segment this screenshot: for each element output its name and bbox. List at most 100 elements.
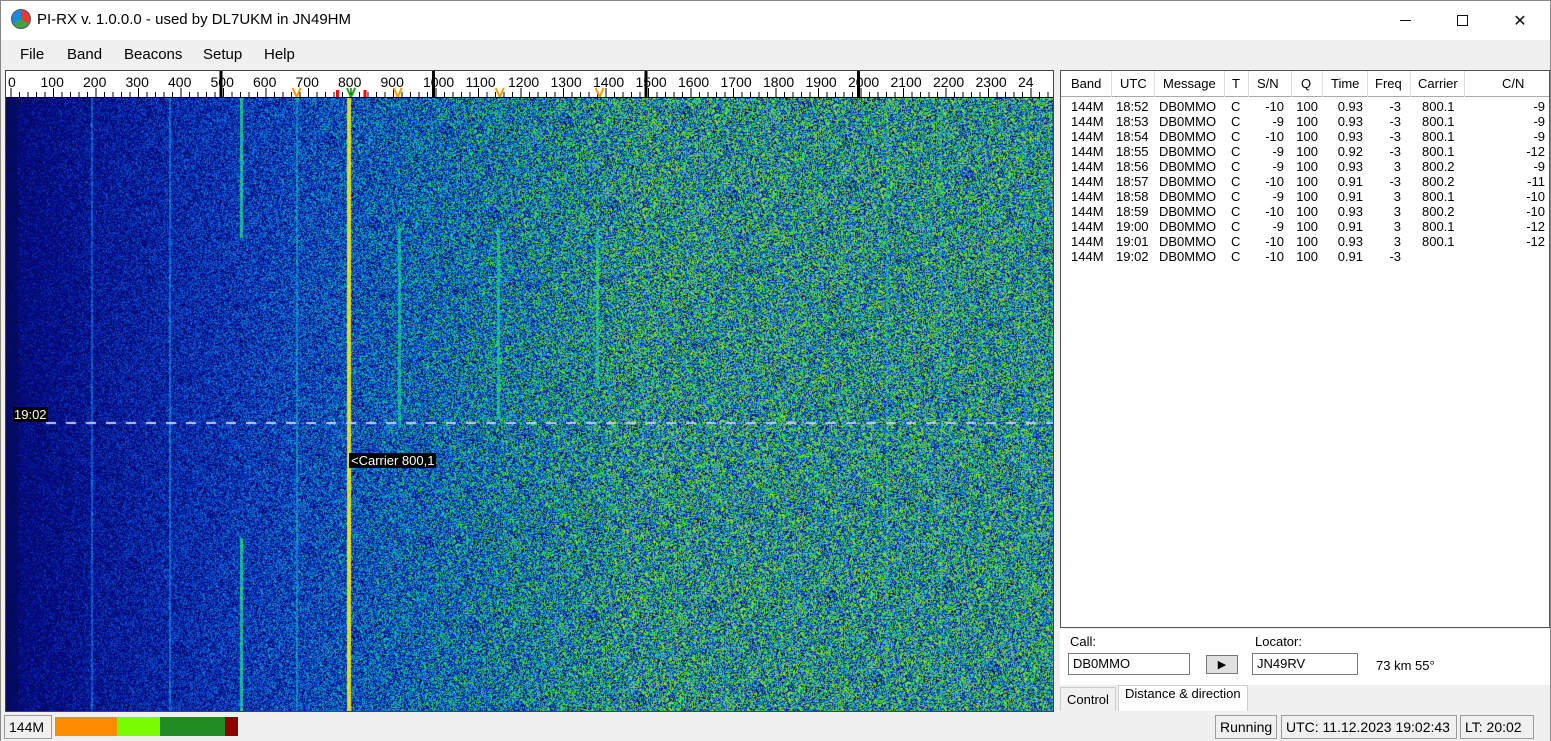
table-cell: 100	[1296, 144, 1318, 159]
table-cell: 100	[1296, 234, 1318, 249]
menu-band[interactable]: Band	[67, 46, 102, 63]
maximize-button[interactable]	[1433, 1, 1491, 40]
ruler-label: 400	[168, 74, 192, 90]
table-row[interactable]: 144M 18:59 DB0MMO C -10 100 0.93 3 800.2 -10	[1061, 204, 1549, 219]
table-cell: -3	[1389, 114, 1401, 129]
table-cell: 144M	[1071, 189, 1104, 204]
tab-control[interactable]: Control	[1060, 687, 1116, 711]
menu-file[interactable]: File	[20, 46, 44, 63]
table-row[interactable]: 144M 19:02 DB0MMO C -10 100 0.91 -3	[1061, 249, 1549, 264]
table-cell: 800.1	[1422, 234, 1455, 249]
table-cell: -3	[1389, 129, 1401, 144]
table-cell: -10	[1265, 99, 1284, 114]
table-row[interactable]: 144M 18:53 DB0MMO C -9 100 0.93 -3 800.1 -9	[1061, 114, 1549, 129]
table-cell: 100	[1296, 189, 1318, 204]
table-row[interactable]: 144M 19:00 DB0MMO C -9 100 0.91 3 800.1 -12	[1061, 219, 1549, 234]
table-cell: DB0MMO	[1159, 159, 1217, 174]
table-cell: DB0MMO	[1159, 144, 1217, 159]
table-cell: 19:02	[1116, 249, 1149, 264]
frequency-marker	[335, 90, 339, 97]
ruler-label: 600	[253, 74, 277, 90]
col-utc[interactable]: UTC	[1120, 76, 1147, 91]
ruler-label: 1400	[593, 74, 624, 90]
ruler-label: 2300	[976, 74, 1007, 90]
table-cell: C	[1231, 129, 1241, 144]
locator-input[interactable]: JN49RV	[1252, 653, 1358, 675]
table-body: 144M 18:52 DB0MMO C -10 100 0.93 -3 800.1 -9 144M 1…	[1061, 99, 1549, 264]
table-cell: -10	[1265, 129, 1284, 144]
table-row[interactable]: 144M 18:56 DB0MMO C -9 100 0.93 3 800.2 -9	[1061, 159, 1549, 174]
col-message[interactable]: Message	[1163, 76, 1216, 91]
col-carrier[interactable]: Carrier	[1418, 76, 1458, 91]
col-t[interactable]: T	[1232, 76, 1240, 91]
table-row[interactable]: 144M 19:01 DB0MMO C -10 100 0.93 3 800.1 -12	[1061, 234, 1549, 249]
waterfall-display[interactable]: 0 100 200 300 400 500 600 700 800 900 1000 1100 1200…	[5, 70, 1054, 712]
ruler-label: 2000	[848, 74, 879, 90]
distance-result: 73 km 55°	[1376, 658, 1435, 673]
ruler-label: 1900	[806, 74, 837, 90]
table-cell: -10	[1526, 189, 1545, 204]
minimize-icon	[1399, 20, 1411, 21]
close-button[interactable]: ✕	[1491, 1, 1549, 40]
table-cell: 3	[1393, 159, 1401, 174]
ruler-label: 0	[8, 74, 16, 90]
table-row[interactable]: 144M 18:52 DB0MMO C -10 100 0.93 -3 800.1 -9	[1061, 99, 1549, 114]
table-cell: -9	[1272, 189, 1284, 204]
col-sn[interactable]: S/N	[1257, 76, 1279, 91]
table-row[interactable]: 144M 18:55 DB0MMO C -9 100 0.92 -3 800.1 -12	[1061, 144, 1549, 159]
lookup-button[interactable]: ▶	[1206, 655, 1238, 674]
table-row[interactable]: 144M 18:54 DB0MMO C -10 100 0.93 -3 800.1 -9	[1061, 129, 1549, 144]
distance-panel: Call: DB0MMO ▶ Locator: JN49RV 73 km 55°	[1060, 629, 1550, 685]
table-cell: -9	[1272, 144, 1284, 159]
call-input[interactable]: DB0MMO	[1068, 653, 1190, 675]
table-cell: 0.93	[1337, 129, 1363, 144]
frequency-marker	[363, 90, 367, 97]
table-cell: 18:58	[1116, 189, 1149, 204]
menu-beacons[interactable]: Beacons	[124, 46, 182, 63]
table-cell: 800.1	[1422, 144, 1455, 159]
table-cell: 18:59	[1116, 204, 1149, 219]
tab-distance-direction[interactable]: Distance & direction	[1118, 685, 1248, 711]
table-cell: -3	[1389, 174, 1401, 189]
table-row[interactable]: 144M 18:58 DB0MMO C -9 100 0.91 3 800.1 -10	[1061, 189, 1549, 204]
close-icon: ✕	[1513, 12, 1527, 30]
ruler-label: 800	[338, 74, 362, 90]
table-cell: -9	[1272, 159, 1284, 174]
col-cn[interactable]: C/N	[1502, 76, 1524, 91]
table-cell: -3	[1389, 249, 1401, 264]
table-cell: DB0MMO	[1159, 249, 1217, 264]
table-cell: 18:55	[1116, 144, 1149, 159]
decode-table[interactable]: Band UTC Message T S/N Q Time Freq Carri…	[1060, 70, 1550, 628]
col-freq[interactable]: Freq	[1375, 76, 1402, 91]
table-cell: 800.1	[1422, 219, 1455, 234]
minimize-button[interactable]	[1376, 1, 1434, 40]
table-cell: 800.1	[1422, 114, 1455, 129]
table-cell: 144M	[1071, 99, 1104, 114]
menu-help[interactable]: Help	[264, 46, 295, 63]
ruler-label: 900	[381, 74, 405, 90]
menu-setup[interactable]: Setup	[203, 46, 242, 63]
table-cell: 144M	[1071, 159, 1104, 174]
table-cell: 800.1	[1422, 99, 1455, 114]
status-bar: 144M Running UTC: 11.12.2023 19:02:43 LT…	[1, 713, 1550, 741]
frequency-ruler[interactable]: 0 100 200 300 400 500 600 700 800 900 1000 1100 1200…	[6, 71, 1053, 98]
table-cell: DB0MMO	[1159, 204, 1217, 219]
table-cell: 0.93	[1337, 159, 1363, 174]
ruler-label: 500	[211, 74, 235, 90]
ruler-label: 700	[296, 74, 320, 90]
table-cell: 144M	[1071, 219, 1104, 234]
table-header: Band UTC Message T S/N Q Time Freq Carri…	[1061, 71, 1549, 97]
ruler-label: 2200	[933, 74, 964, 90]
table-cell: 0.93	[1337, 234, 1363, 249]
play-icon: ▶	[1217, 659, 1227, 671]
col-time[interactable]: Time	[1331, 76, 1359, 91]
col-band[interactable]: Band	[1071, 76, 1101, 91]
table-cell: C	[1231, 219, 1241, 234]
waterfall-canvas[interactable]	[6, 98, 1053, 711]
call-label: Call:	[1070, 634, 1097, 649]
col-q[interactable]: Q	[1301, 76, 1311, 91]
table-cell: 144M	[1071, 114, 1104, 129]
table-cell: 0.93	[1337, 99, 1363, 114]
table-row[interactable]: 144M 18:57 DB0MMO C -10 100 0.91 -3 800.2 -11	[1061, 174, 1549, 189]
ruler-label: 1100	[466, 74, 496, 90]
